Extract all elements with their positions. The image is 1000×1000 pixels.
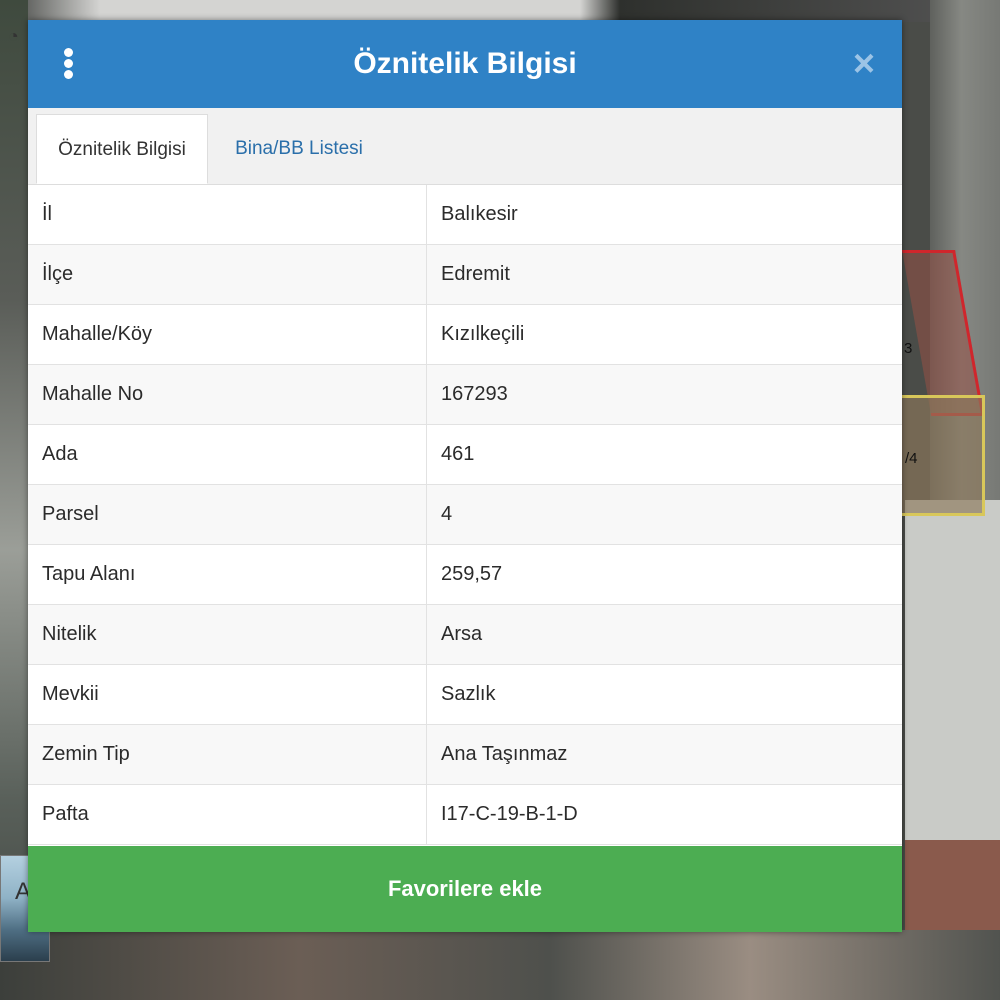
map-tile-bottom <box>0 930 1000 1000</box>
attribute-table: İl Balıkesir İlçe Edremit Mahalle/Köy Kızılke… <box>28 185 902 845</box>
attribute-value: Edremit <box>441 263 510 285</box>
attribute-key: Parsel <box>42 503 99 525</box>
attribute-value: 461 <box>441 443 475 465</box>
tab-building-list[interactable]: Bina/BB Listesi <box>214 114 384 184</box>
attribute-value: Arsa <box>441 623 483 645</box>
attribute-key: Tapu Alanı <box>42 563 136 585</box>
kebab-menu-icon[interactable] <box>56 46 82 82</box>
tab-attribute-info[interactable]: Öznitelik Bilgisi <box>36 114 208 184</box>
close-icon[interactable]: × <box>846 45 882 83</box>
attribute-key: Ada <box>42 443 78 465</box>
attribute-value: Sazlık <box>441 683 496 705</box>
attribute-key: Pafta <box>42 803 89 825</box>
table-row: Tapu Alanı 259,57 <box>28 545 902 605</box>
map-tile-left <box>0 0 28 1000</box>
table-row: İl Balıkesir <box>28 185 902 245</box>
column-divider <box>426 605 427 665</box>
column-divider <box>426 425 427 485</box>
attribute-value: 259,57 <box>441 563 503 585</box>
attribute-value: 167293 <box>441 383 508 405</box>
attribute-key: İl <box>42 203 52 225</box>
add-to-favorites-button[interactable]: Favorilere ekle <box>28 846 902 932</box>
attribute-key: Nitelik <box>42 623 97 645</box>
attribute-key: Mahalle/Köy <box>42 323 153 345</box>
table-row: Nitelik Arsa <box>28 605 902 665</box>
parcel-number-label: /4 <box>905 450 918 467</box>
attribute-value: Balıkesir <box>441 203 518 225</box>
table-row: İlçe Edremit <box>28 245 902 305</box>
table-row: Mahalle No 167293 <box>28 365 902 425</box>
dialog-title: Öznitelik Bilgisi <box>353 47 577 80</box>
table-row: Zemin Tip Ana Taşınmaz <box>28 725 902 785</box>
attribute-key: Mevkii <box>42 683 99 705</box>
attribute-value: Kızılkeçili <box>441 323 525 345</box>
map-control-icon[interactable]: ◔ <box>8 24 28 48</box>
column-divider <box>426 305 427 365</box>
table-row: Mahalle/Köy Kızılkeçili <box>28 305 902 365</box>
column-divider <box>426 365 427 425</box>
parcel-neighbor-label: 3 <box>904 340 913 357</box>
table-row: Ada 461 <box>28 425 902 485</box>
attribute-key: Mahalle No <box>42 383 144 405</box>
column-divider <box>426 785 427 845</box>
column-divider <box>426 185 427 245</box>
tab-bar: Öznitelik Bilgisi Bina/BB Listesi <box>28 108 902 185</box>
attribute-info-dialog: Öznitelik Bilgisi × Öznitelik Bilgisi Bi… <box>28 20 902 932</box>
attribute-value: Ana Taşınmaz <box>441 743 568 765</box>
table-row: Mevkii Sazlık <box>28 665 902 725</box>
dialog-header: Öznitelik Bilgisi × <box>28 20 902 108</box>
column-divider <box>426 545 427 605</box>
attribute-key: İlçe <box>42 263 74 285</box>
attribute-value: I17-C-19-B-1-D <box>441 803 578 825</box>
column-divider <box>426 725 427 785</box>
attribute-key: Zemin Tip <box>42 743 130 765</box>
map-tile-top <box>0 0 1000 22</box>
column-divider <box>426 245 427 305</box>
table-row: Parsel 4 <box>28 485 902 545</box>
column-divider <box>426 665 427 725</box>
table-row: Pafta I17-C-19-B-1-D <box>28 785 902 845</box>
column-divider <box>426 485 427 545</box>
attribute-value: 4 <box>441 503 453 525</box>
map-building <box>905 500 1000 840</box>
